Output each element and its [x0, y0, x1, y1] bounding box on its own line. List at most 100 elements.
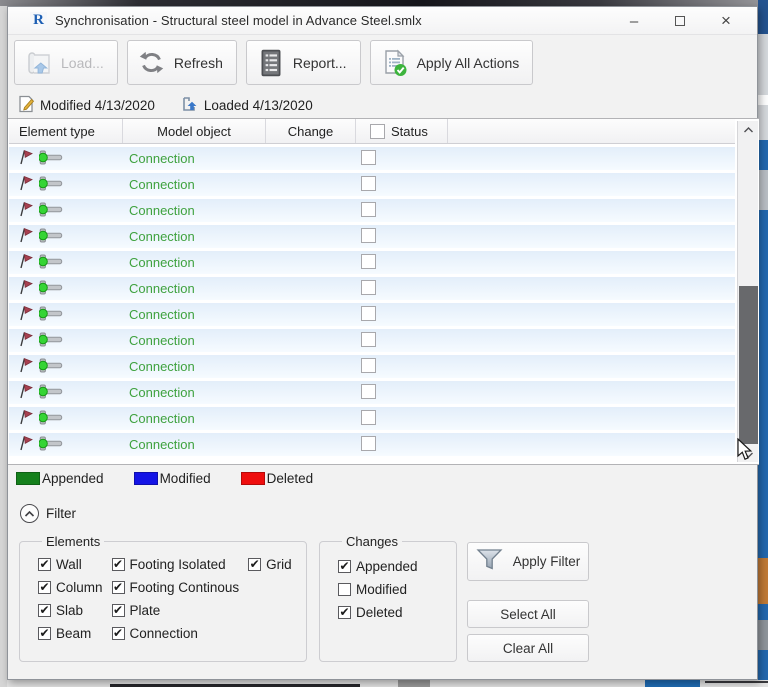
element-filter-checkbox[interactable]: Beam — [38, 622, 103, 645]
minimize-button[interactable]: – — [611, 7, 657, 35]
table-row[interactable]: Connection — [9, 173, 735, 196]
apply-filter-button[interactable]: Apply Filter — [467, 542, 589, 581]
table-row[interactable]: Connection — [9, 251, 735, 274]
checkbox-box[interactable] — [111, 626, 125, 640]
connection-element-icon — [38, 280, 65, 298]
model-object-cell: Connection — [129, 437, 195, 452]
table-row[interactable]: Connection — [9, 199, 735, 222]
checkbox-box[interactable] — [248, 557, 262, 571]
maximize-button[interactable] — [657, 7, 703, 35]
element-filter-checkbox[interactable]: Footing Continous — [111, 576, 239, 599]
scrollbar-up-icon[interactable] — [738, 121, 758, 139]
table-row[interactable]: Connection — [9, 225, 735, 248]
checkbox-box[interactable] — [38, 557, 51, 571]
legend: Appended Modified Deleted — [16, 471, 343, 486]
column-header-change[interactable]: Change — [266, 119, 356, 143]
element-filter-checkbox[interactable]: Footing Isolated — [111, 553, 240, 576]
checkbox-box[interactable] — [38, 626, 51, 640]
checkbox-label: Slab — [56, 603, 84, 618]
checkbox-box[interactable] — [111, 603, 125, 617]
table-row[interactable]: Connection — [9, 355, 735, 378]
flag-icon — [18, 331, 33, 350]
legend-label: Deleted — [266, 471, 314, 486]
row-status-checkbox[interactable] — [361, 175, 376, 191]
element-filter-checkbox[interactable]: Column — [38, 576, 103, 599]
change-filter-checkbox[interactable]: Modified — [338, 578, 450, 601]
checkbox-label: Grid — [266, 557, 292, 572]
row-status-checkbox[interactable] — [361, 227, 376, 243]
loaded-status-label: Loaded 4/13/2020 — [203, 98, 313, 113]
table-scrollbar[interactable] — [737, 121, 758, 462]
table-row[interactable]: Connection — [9, 329, 735, 352]
checkbox-box[interactable] — [338, 583, 351, 596]
refresh-button[interactable]: Refresh — [126, 40, 237, 85]
table-row[interactable]: Connection — [9, 433, 735, 456]
row-status-checkbox[interactable] — [361, 331, 376, 347]
checkbox-box[interactable] — [111, 580, 125, 594]
scrollbar-thumb[interactable] — [739, 286, 758, 444]
filter-toggle[interactable]: Filter — [20, 504, 76, 523]
row-status-checkbox[interactable] — [361, 357, 376, 373]
row-status-checkbox[interactable] — [361, 305, 376, 321]
table-row[interactable]: Connection — [9, 381, 735, 404]
checkbox-box[interactable] — [38, 580, 51, 594]
status-cell — [356, 227, 448, 246]
element-type-cell — [9, 201, 123, 220]
element-filter-checkbox[interactable]: Plate — [111, 599, 240, 622]
revit-logo-icon: R — [30, 12, 47, 29]
checkbox-label: Deleted — [356, 605, 403, 620]
load-button[interactable]: Load... — [14, 40, 118, 85]
background-right-strip — [758, 0, 768, 687]
status-cell — [356, 253, 448, 272]
load-icon — [24, 48, 54, 78]
select-all-button[interactable]: Select All — [467, 600, 589, 628]
change-filter-checkbox[interactable]: Deleted — [338, 601, 450, 624]
element-filter-checkbox[interactable]: Wall — [38, 553, 103, 576]
row-status-checkbox[interactable] — [361, 279, 376, 295]
row-status-checkbox[interactable] — [361, 149, 376, 165]
table-row[interactable]: Connection — [9, 303, 735, 326]
element-filter-checkbox[interactable]: Slab — [38, 599, 103, 622]
status-header-label: Status — [391, 123, 428, 139]
clear-all-button[interactable]: Clear All — [467, 634, 589, 662]
model-object-cell: Connection — [129, 359, 195, 374]
funnel-icon — [476, 548, 503, 575]
checkbox-box[interactable] — [338, 559, 351, 573]
element-type-cell — [9, 253, 123, 272]
row-status-checkbox[interactable] — [361, 253, 376, 269]
column-header-model-object[interactable]: Model object — [123, 119, 266, 143]
connection-element-icon — [38, 150, 65, 168]
table-row[interactable]: Connection — [9, 407, 735, 430]
column-header-element-type[interactable]: Element type — [9, 119, 123, 143]
modified-status: Modified 4/13/2020 — [17, 95, 155, 116]
apply-all-actions-button[interactable]: Apply All Actions — [369, 40, 534, 85]
status-cell — [356, 279, 448, 298]
checkbox-box[interactable] — [111, 557, 125, 571]
checkbox-box[interactable] — [338, 605, 351, 619]
row-status-checkbox[interactable] — [361, 201, 376, 217]
flag-icon — [18, 279, 33, 298]
background-bottom-strip — [0, 680, 768, 687]
table-row[interactable]: Connection — [9, 277, 735, 300]
row-status-checkbox[interactable] — [361, 383, 376, 399]
change-filter-checkbox[interactable]: Appended — [338, 555, 450, 578]
checkbox-box[interactable] — [38, 603, 51, 617]
row-status-checkbox[interactable] — [361, 409, 376, 425]
connection-element-icon — [38, 202, 65, 220]
legend-label: Appended — [42, 471, 104, 486]
elements-group-label: Elements — [46, 534, 101, 549]
element-filter-checkbox[interactable]: Grid — [248, 553, 292, 576]
close-button[interactable]: × — [703, 7, 749, 35]
status-cell — [356, 305, 448, 324]
column-header-status[interactable]: Status — [356, 119, 448, 143]
status-select-all-checkbox[interactable] — [370, 123, 385, 139]
load-label: Load... — [61, 54, 104, 71]
status-cell — [356, 331, 448, 350]
table-row[interactable]: Connection — [9, 147, 735, 170]
loaded-file-icon — [181, 95, 199, 116]
table-body: Connection Connection Connection Connect… — [9, 145, 735, 464]
collapse-chevron-up-icon[interactable] — [20, 504, 39, 523]
element-filter-checkbox[interactable]: Connection — [111, 622, 240, 645]
report-button[interactable]: Report... — [245, 40, 361, 85]
row-status-checkbox[interactable] — [361, 435, 376, 451]
